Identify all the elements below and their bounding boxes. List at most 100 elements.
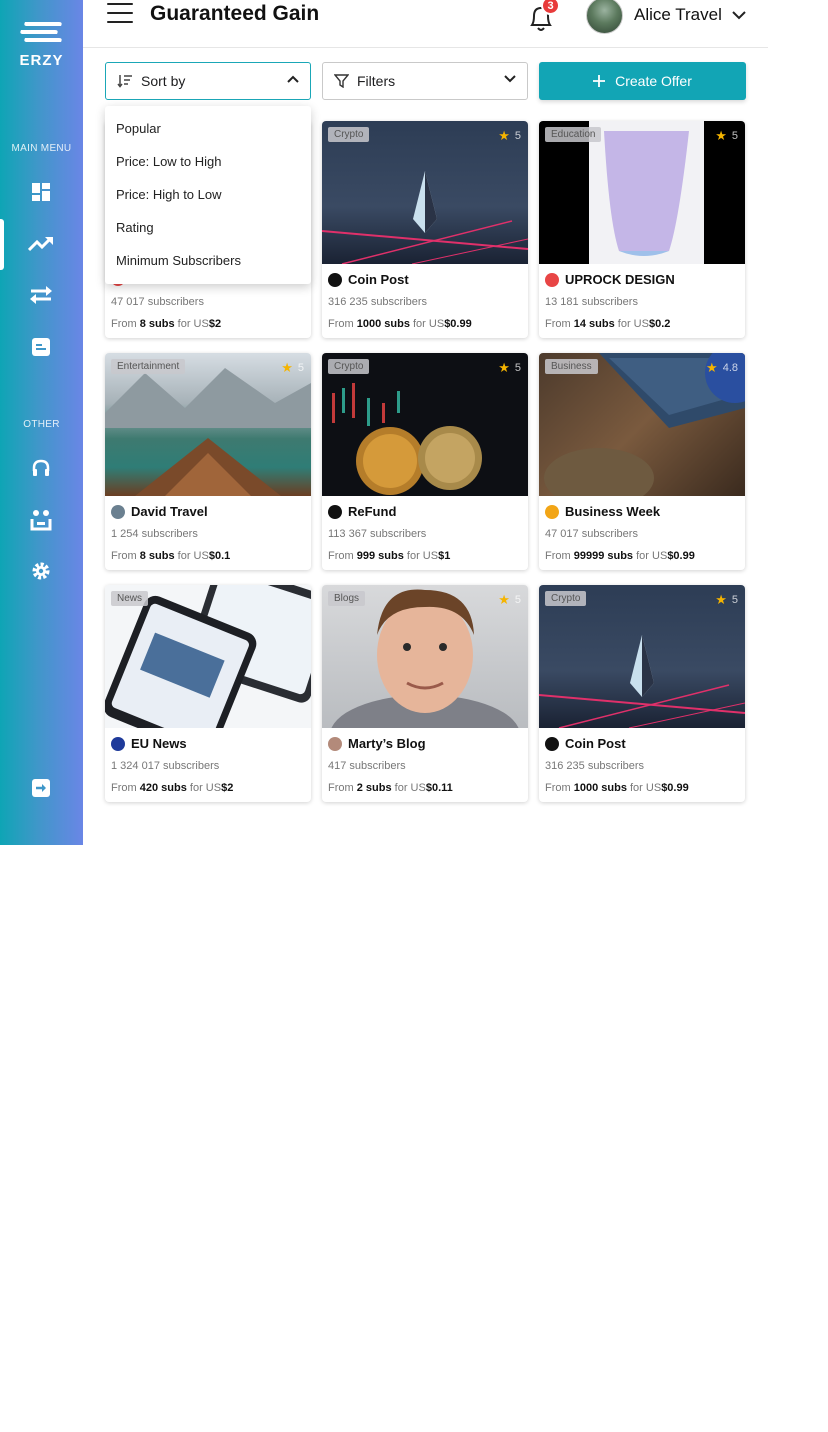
transfer-icon[interactable] bbox=[28, 282, 54, 308]
star-icon: ★ bbox=[715, 592, 727, 607]
card-image bbox=[539, 121, 745, 264]
logout-icon[interactable] bbox=[28, 775, 54, 801]
users-icon[interactable] bbox=[28, 507, 54, 533]
filters-dropdown[interactable]: Filters bbox=[322, 62, 528, 100]
card-title: Coin Post bbox=[545, 736, 626, 751]
card-price: From 8 subs for US$0.1 bbox=[111, 550, 231, 562]
card-rating: ★ 5 bbox=[715, 128, 738, 143]
channel-icon bbox=[328, 736, 342, 751]
card-price: From 99999 subs for US$0.99 bbox=[545, 550, 695, 562]
offer-card[interactable]: Crypto ★ 5 Coin Post 316 235 subscribers … bbox=[539, 585, 745, 802]
channel-icon bbox=[111, 504, 125, 519]
offer-card[interactable]: Crypto ★ 5 ReFund 113 367 subscribers Fro… bbox=[322, 353, 528, 570]
avatar bbox=[586, 0, 623, 34]
card-rating: ★ 4.8 bbox=[706, 360, 738, 375]
sort-option-min-subscribers[interactable]: Minimum Subscribers bbox=[105, 244, 311, 277]
channel-icon bbox=[545, 272, 559, 287]
other-label: OTHER bbox=[23, 419, 60, 430]
card-title: Coin Post bbox=[328, 272, 409, 287]
card-price: From 999 subs for US$1 bbox=[328, 550, 451, 562]
card-title: Marty’s Blog bbox=[328, 736, 426, 751]
card-image bbox=[105, 353, 311, 496]
sort-label: Sort by bbox=[141, 73, 186, 89]
offer-card[interactable]: Entertainment ★ 5 David Travel 1 254 subs… bbox=[105, 353, 311, 570]
offer-card[interactable]: Education ★ 5 UPROCK DESIGN 13 181 subscr… bbox=[539, 121, 745, 338]
star-icon: ★ bbox=[715, 128, 727, 143]
dashboard-icon[interactable] bbox=[28, 179, 54, 205]
chevron-up-icon bbox=[287, 75, 299, 83]
card-rating: ★ 5 bbox=[715, 592, 738, 607]
ticket-icon[interactable] bbox=[28, 334, 54, 360]
card-price: From 14 subs for US$0.2 bbox=[545, 318, 671, 330]
star-icon: ★ bbox=[498, 592, 510, 607]
card-price: From 1000 subs for US$0.99 bbox=[328, 318, 472, 330]
star-icon: ★ bbox=[281, 360, 293, 375]
chevron-down-icon bbox=[732, 10, 746, 19]
trending-icon[interactable] bbox=[28, 231, 54, 257]
filter-icon bbox=[334, 74, 349, 88]
card-subscribers: 316 235 subscribers bbox=[545, 760, 645, 772]
card-image bbox=[322, 121, 528, 264]
offer-card[interactable]: News EU News 1 324 017 subscribers From … bbox=[105, 585, 311, 802]
sort-option-rating[interactable]: Rating bbox=[105, 211, 311, 244]
channel-icon bbox=[328, 504, 342, 519]
card-subscribers: 113 367 subscribers bbox=[328, 528, 427, 540]
create-offer-button[interactable]: Create Offer bbox=[539, 62, 746, 100]
star-icon: ★ bbox=[498, 360, 510, 375]
notification-badge: 3 bbox=[541, 0, 560, 15]
card-rating: ★ 5 bbox=[498, 592, 521, 607]
star-icon: ★ bbox=[706, 360, 718, 375]
channel-icon bbox=[545, 504, 559, 519]
card-price: From 2 subs for US$0.11 bbox=[328, 782, 453, 794]
card-price: From 8 subs for US$2 bbox=[111, 318, 222, 330]
offer-card[interactable]: Crypto ★ 5 Coin Post 316 235 subscribers … bbox=[322, 121, 528, 338]
sort-dropdown[interactable]: Sort by bbox=[105, 62, 311, 100]
chevron-down-icon bbox=[504, 75, 516, 83]
star-icon: ★ bbox=[498, 128, 510, 143]
category-badge: Crypto bbox=[328, 127, 370, 142]
settings-icon[interactable] bbox=[28, 558, 54, 584]
user-name: Alice Travel bbox=[634, 5, 722, 24]
category-badge: Crypto bbox=[545, 591, 587, 606]
card-image bbox=[105, 585, 311, 728]
card-price: From 420 subs for US$2 bbox=[111, 782, 234, 794]
header: Guaranteed Gain 3 Alice Travel bbox=[83, 0, 768, 48]
category-badge: News bbox=[111, 591, 149, 606]
plus-icon bbox=[593, 75, 606, 87]
offer-card[interactable]: Blogs ★ 5 Marty’s Blog 417 subscribers Fr… bbox=[322, 585, 528, 802]
category-badge: Blogs bbox=[328, 591, 366, 606]
channel-icon bbox=[111, 736, 125, 751]
headset-icon[interactable] bbox=[28, 456, 54, 482]
main-menu-label: MAIN MENU bbox=[11, 143, 72, 154]
logo[interactable]: ERZY bbox=[0, 18, 83, 69]
card-title: Business Week bbox=[545, 504, 660, 519]
sort-option-popular[interactable]: Popular bbox=[105, 112, 311, 145]
user-menu[interactable]: Alice Travel bbox=[586, 0, 746, 34]
card-image bbox=[322, 585, 528, 728]
category-badge: Crypto bbox=[328, 359, 370, 374]
card-subscribers: 13 181 subscribers bbox=[545, 296, 638, 308]
erzy-logo-icon bbox=[19, 22, 62, 42]
card-title: ReFund bbox=[328, 504, 396, 519]
card-title: EU News bbox=[111, 736, 187, 751]
card-title: UPROCK DESIGN bbox=[545, 272, 675, 287]
card-subscribers: 417 subscribers bbox=[328, 760, 406, 772]
sort-icon bbox=[117, 75, 132, 88]
card-subscribers: 1 324 017 subscribers bbox=[111, 760, 220, 772]
category-badge: Business bbox=[545, 359, 598, 374]
channel-icon bbox=[328, 272, 342, 287]
card-image bbox=[539, 585, 745, 728]
active-indicator bbox=[0, 219, 4, 270]
card-subscribers: 1 254 subscribers bbox=[111, 528, 198, 540]
menu-icon[interactable] bbox=[107, 3, 133, 25]
sort-option-price-high-low[interactable]: Price: High to Low bbox=[105, 178, 311, 211]
offer-card[interactable]: Business ★ 4.8 Business Week 47 017 subsc… bbox=[539, 353, 745, 570]
sort-option-price-low-high[interactable]: Price: Low to High bbox=[105, 145, 311, 178]
sort-menu: Popular Price: Low to High Price: High t… bbox=[105, 106, 311, 284]
card-rating: ★ 5 bbox=[281, 360, 304, 375]
filters-label: Filters bbox=[357, 73, 396, 89]
card-subscribers: 316 235 subscribers bbox=[328, 296, 428, 308]
card-price: From 1000 subs for US$0.99 bbox=[545, 782, 689, 794]
card-title: David Travel bbox=[111, 504, 208, 519]
category-badge: Entertainment bbox=[111, 359, 186, 374]
